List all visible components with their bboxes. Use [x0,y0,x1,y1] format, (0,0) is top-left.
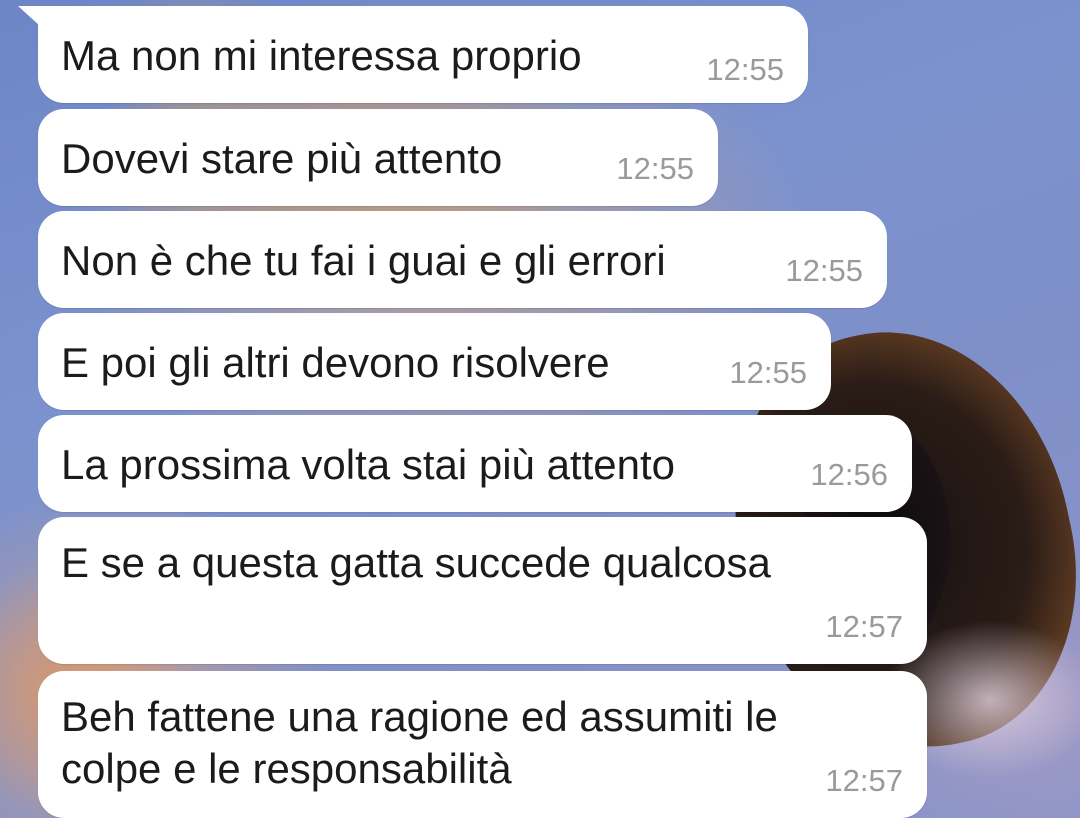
incoming-message-bubble[interactable]: E se a questa gatta succede qualcosa 12:… [38,517,927,664]
message-timestamp: 12:57 [825,609,903,644]
message-timestamp: 12:55 [785,253,863,288]
message-text: Non è che tu fai i guai e gli errori [61,237,666,284]
message-text: E poi gli altri devono risolvere [61,339,610,386]
message-timestamp: 12:57 [825,763,903,798]
bubble-tail [18,6,40,26]
message-timestamp: 12:55 [706,52,784,87]
incoming-message-bubble[interactable]: Ma non mi interessa proprio 12:55 [18,6,808,103]
message-text: Beh fattene una ragione ed assumiti le c… [61,693,778,792]
message-timestamp: 12:55 [616,151,694,186]
incoming-message-bubble[interactable]: Non è che tu fai i guai e gli errori 12:… [38,211,887,308]
message-text: E se a questa gatta succede qualcosa [61,539,771,586]
message-text: Ma non mi interessa proprio [61,32,582,79]
message-timestamp: 12:56 [810,457,888,492]
message-text: La prossima volta stai più attento [61,441,676,488]
message-text: Dovevi stare più attento [61,135,503,182]
incoming-message-bubble[interactable]: Dovevi stare più attento 12:55 [38,109,718,206]
incoming-message-bubble[interactable]: Beh fattene una ragione ed assumiti le c… [38,671,927,818]
incoming-message-bubble[interactable]: E poi gli altri devono risolvere 12:55 [38,313,831,410]
message-timestamp: 12:55 [729,355,807,390]
incoming-message-bubble[interactable]: La prossima volta stai più attento 12:56 [38,415,912,512]
